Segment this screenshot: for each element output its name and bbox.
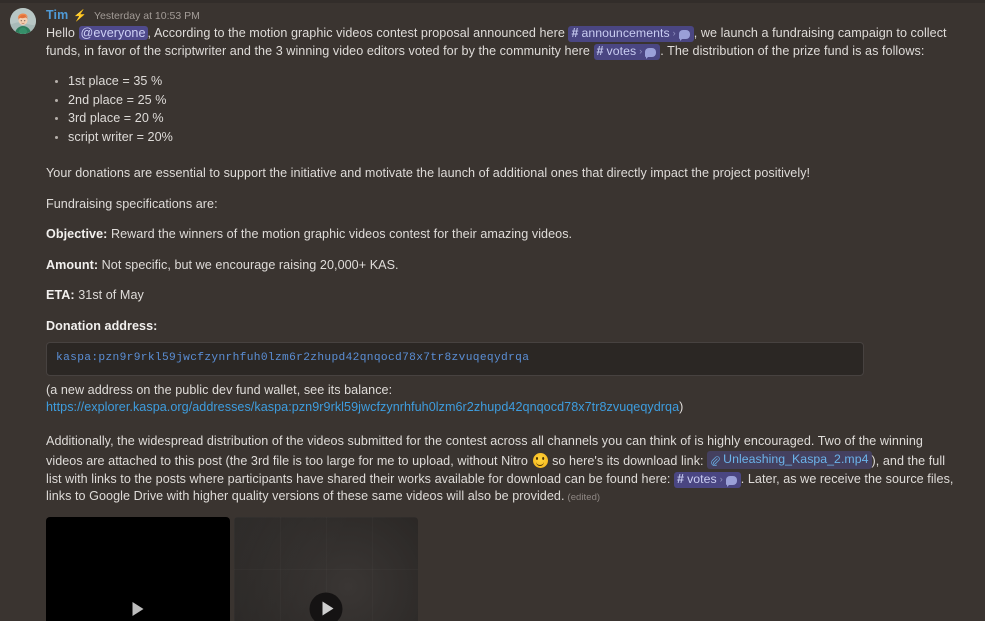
text-fragment: . The distribution of the prize fund is …	[660, 43, 925, 58]
donation-address-label: Donation address:	[46, 318, 957, 336]
balance-note-suffix: )	[679, 400, 684, 414]
message-content: Hello @everyone, According to the motion…	[46, 25, 957, 507]
hash-icon: #	[677, 471, 685, 486]
speech-bubble-icon	[645, 47, 657, 59]
message-timestamp: Yesterday at 10:53 PM	[94, 10, 200, 22]
speech-bubble-icon	[725, 475, 737, 487]
text-fragment: Hello	[46, 26, 79, 40]
paragraph-donations: Your donations are essential to support …	[46, 166, 811, 180]
attachments-row	[46, 516, 957, 621]
chat-message: Tim ⚡ Yesterday at 10:53 PM Hello @every…	[0, 3, 985, 621]
video-attachment-2[interactable]	[234, 516, 418, 621]
message-author[interactable]: Tim	[46, 7, 68, 23]
text-fragment: so here's its download link:	[548, 454, 708, 468]
edited-marker: (edited)	[567, 492, 601, 503]
spec-amount: Amount: Not specific, but we encourage r…	[46, 257, 957, 275]
channel-name: announcements	[581, 26, 670, 40]
hash-icon: #	[571, 26, 579, 40]
paragraph-specs-intro: Fundraising specifications are:	[46, 196, 218, 211]
list-item: 2nd place = 25 %	[68, 92, 957, 110]
channel-mention-votes-1[interactable]: # votes ›	[593, 43, 661, 60]
paragraph-intro: Hello @everyone, According to the motion…	[46, 25, 957, 60]
list-item: script writer = 20%	[68, 129, 957, 147]
message-header: Tim ⚡ Yesterday at 10:53 PM	[46, 7, 957, 24]
donation-address-code[interactable]: kaspa:pzn9r9rkl59jwcfzynrhfuh0lzm6r2zhup…	[46, 342, 864, 376]
message-body: Tim ⚡ Yesterday at 10:53 PM Hello @every…	[46, 7, 973, 621]
prize-distribution-list: 1st place = 35 % 2nd place = 25 % 3rd pl…	[46, 73, 957, 146]
speech-bubble-icon	[678, 30, 690, 41]
spec-amount-value: Not specific, but we encourage raising 2…	[98, 257, 399, 272]
spec-objective-value: Reward the winners of the motion graphic…	[107, 227, 573, 241]
balance-note: (a new address on the public dev fund wa…	[46, 382, 957, 417]
paragraph-additional: Additionally, the widespread distributio…	[46, 433, 957, 507]
list-item: 1st place = 35 %	[68, 73, 957, 91]
file-download-link[interactable]: Unleashing_Kaspa_2.mp4	[707, 451, 872, 469]
channel-mention-votes-2[interactable]: # votes ›	[674, 471, 741, 488]
play-icon-circle[interactable]	[309, 592, 343, 621]
text-fragment: , According to the motion graphic videos…	[147, 26, 569, 40]
chevron-right-icon: ›	[639, 45, 643, 56]
video-attachment-1[interactable]	[46, 516, 230, 621]
channel-name: votes	[606, 43, 637, 58]
slight-smile-emoji	[532, 453, 548, 468]
spec-amount-label: Amount:	[46, 257, 99, 272]
spec-eta-value: 31st of May	[74, 288, 144, 302]
spec-objective-label: Objective:	[46, 227, 108, 241]
mention-everyone[interactable]: @everyone	[78, 26, 148, 40]
channel-mention-announcements[interactable]: # announcements ›	[568, 26, 694, 42]
chevron-right-icon: ›	[672, 28, 676, 38]
spec-objective: Objective: Reward the winners of the mot…	[46, 226, 957, 244]
list-item: 3rd place = 20 %	[68, 110, 957, 128]
avatar[interactable]	[10, 8, 36, 34]
spec-eta: ETA: 31st of May	[46, 287, 957, 305]
channel-name: votes	[687, 471, 717, 486]
chevron-right-icon: ›	[719, 473, 723, 484]
play-icon-plain[interactable]	[132, 601, 144, 616]
avatar-image	[10, 8, 36, 34]
discord-message-view: Tim ⚡ Yesterday at 10:53 PM Hello @every…	[0, 0, 985, 621]
attachment-icon	[711, 456, 720, 466]
donation-label-text: Donation address:	[46, 318, 158, 333]
balance-explorer-link[interactable]: https://explorer.kaspa.org/addresses/kas…	[46, 400, 679, 414]
file-name: Unleashing_Kaspa_2.mp4	[723, 452, 869, 467]
spec-eta-label: ETA:	[46, 288, 75, 302]
hash-icon: #	[596, 43, 604, 58]
bolt-badge-icon: ⚡	[73, 10, 88, 22]
balance-note-prefix: (a new address on the public dev fund wa…	[46, 382, 393, 397]
